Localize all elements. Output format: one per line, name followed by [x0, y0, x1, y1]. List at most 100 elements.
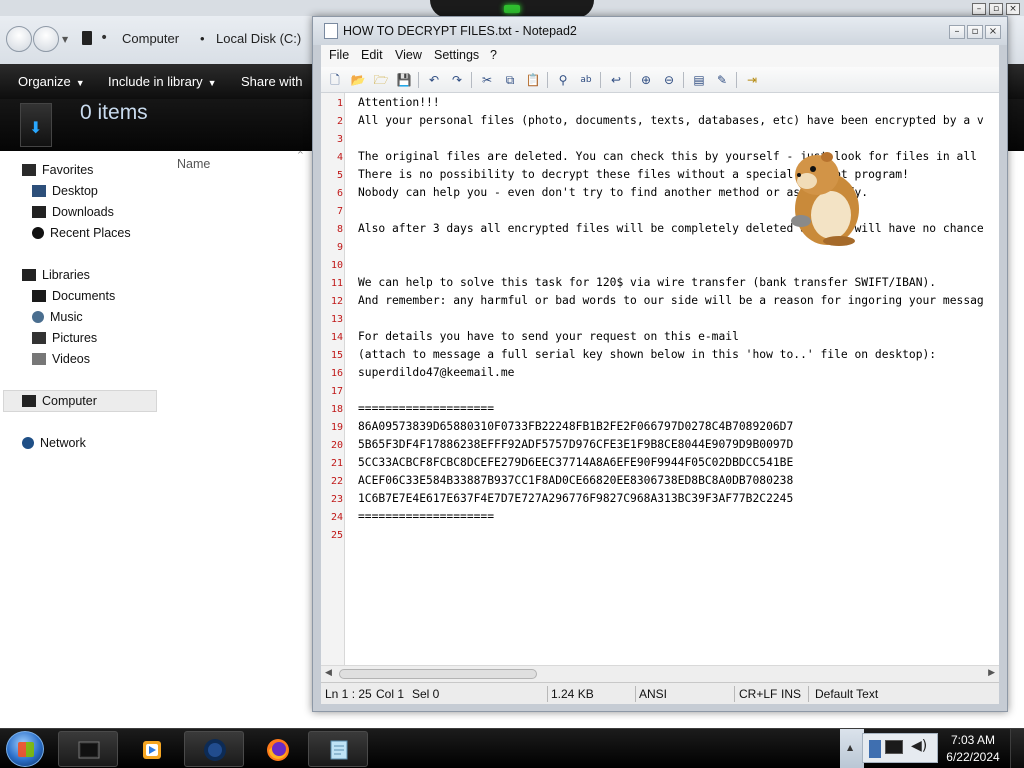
horizontal-scrollbar[interactable]: ◀ ▶ [321, 665, 999, 682]
status-divider [547, 686, 548, 702]
nav-network[interactable]: Network [22, 436, 86, 450]
menu-settings[interactable]: Settings [434, 48, 479, 62]
line-number: 3 [336, 134, 343, 145]
scheme-icon[interactable]: ▤ [690, 71, 708, 89]
zoom-out-icon[interactable]: ⊖ [660, 71, 678, 89]
text-editor[interactable]: 1 2 3 4 5 6 7 8 9 10 11 12 13 14 15 16 17 18 19 20 21 22 23 24 2… [321, 93, 999, 665]
start-button[interactable] [6, 731, 44, 767]
nav-recent-places[interactable]: Recent Places [32, 226, 131, 240]
taskbar-notepad[interactable] [308, 731, 368, 767]
replace-icon[interactable]: ab [577, 71, 595, 89]
toolbar-separator [600, 72, 601, 88]
undo-icon[interactable]: ↶ [425, 71, 443, 89]
maximize-button[interactable]: ▫ [967, 25, 983, 39]
status-column: Col 1 [376, 687, 405, 701]
nav-computer[interactable]: Computer [22, 394, 97, 408]
nav-label: Computer [42, 394, 97, 408]
minimize-button[interactable]: – [972, 3, 986, 15]
minimize-button[interactable]: – [949, 25, 965, 39]
nav-label: Music [50, 310, 83, 324]
taskbar-firefox[interactable] [247, 731, 307, 767]
show-desktop-button[interactable] [1010, 729, 1024, 768]
videos-icon [32, 353, 46, 365]
menu-file[interactable]: File [329, 48, 349, 62]
chevron-down-icon: ▼ [207, 78, 217, 88]
volume-icon[interactable]: ◀) [911, 738, 927, 754]
nav-libraries[interactable]: Libraries [22, 268, 90, 282]
line-number: 1 [336, 98, 343, 109]
notepad-titlebar[interactable]: HOW TO DECRYPT FILES.txt - Notepad2 – ▫ … [313, 17, 1007, 45]
find-icon[interactable]: ⚲ [554, 71, 572, 89]
status-encoding[interactable]: ANSI [639, 687, 667, 701]
new-file-icon[interactable]: 🗋 [326, 71, 344, 89]
menu-edit[interactable]: Edit [361, 48, 383, 62]
close-button[interactable]: × [985, 25, 1001, 39]
redo-icon[interactable]: ↷ [448, 71, 466, 89]
status-scheme[interactable]: Default Text [815, 687, 878, 701]
nav-downloads[interactable]: Downloads [32, 205, 114, 219]
organize-button[interactable]: Organize ▼ [18, 74, 85, 89]
breadcrumb-computer[interactable]: Computer [122, 31, 179, 46]
customize-icon[interactable]: ✎ [713, 71, 731, 89]
open-file-icon[interactable]: 📂 [349, 71, 367, 89]
share-with-button[interactable]: Share with [241, 74, 302, 89]
maximize-button[interactable]: ▫ [989, 3, 1003, 15]
sort-indicator-icon: ^ [297, 150, 304, 159]
line-number: 8 [336, 224, 343, 235]
save-icon[interactable]: 💾 [395, 71, 413, 89]
navigation-pane: Favorites Desktop Downloads Recent Place… [0, 151, 162, 728]
breadcrumb-local-disk[interactable]: Local Disk (C:) [216, 31, 301, 46]
share-with-label: Share with [241, 74, 303, 89]
menu-help[interactable]: ? [490, 48, 497, 62]
recent-pages-dropdown-icon[interactable]: ▼ [62, 35, 68, 44]
nav-desktop[interactable]: Desktop [32, 184, 98, 198]
word-wrap-icon[interactable]: ↩ [607, 71, 625, 89]
column-header-name[interactable]: Name [177, 157, 210, 171]
line-number: 10 [330, 260, 343, 271]
menu-view[interactable]: View [395, 48, 422, 62]
nav-label: Desktop [52, 184, 98, 198]
show-hidden-icons-icon[interactable]: ▲ [847, 743, 853, 752]
line-number: 13 [330, 314, 343, 325]
breadcrumb-separator-icon[interactable]: • [200, 31, 205, 46]
nav-label: Downloads [52, 205, 114, 219]
text-line: Attention!!! [358, 96, 440, 109]
nav-documents[interactable]: Documents [32, 289, 115, 303]
breadcrumb-separator-icon[interactable]: • [100, 30, 108, 46]
nav-videos[interactable]: Videos [32, 352, 90, 366]
text-line: We can help to solve this task for 120$ … [358, 276, 937, 289]
toolbar-separator [547, 72, 548, 88]
taskbar-firefox-dark[interactable] [184, 731, 244, 767]
taskbar-explorer[interactable] [58, 731, 118, 767]
exit-icon[interactable]: ⇥ [743, 71, 761, 89]
include-in-library-button[interactable]: Include in library ▼ [108, 74, 217, 89]
cut-icon[interactable]: ✂ [478, 71, 496, 89]
back-button[interactable] [6, 26, 32, 52]
scroll-right-icon[interactable]: ▶ [988, 668, 995, 678]
nav-pictures[interactable]: Pictures [32, 331, 97, 345]
scroll-thumb[interactable] [339, 669, 537, 679]
close-button[interactable]: × [1006, 3, 1020, 15]
taskbar-media-player[interactable] [121, 731, 181, 767]
scroll-left-icon[interactable]: ◀ [325, 668, 332, 678]
action-center-icon[interactable] [869, 740, 881, 758]
window-title: HOW TO DECRYPT FILES.txt - Notepad2 [343, 24, 577, 38]
line-number: 4 [336, 152, 343, 163]
libraries-icon [22, 269, 36, 281]
browse-icon[interactable]: 🗁 [372, 71, 390, 89]
line-number: 23 [330, 494, 343, 505]
network-status-icon[interactable] [885, 740, 903, 754]
copy-icon[interactable]: ⧉ [501, 71, 519, 89]
clock-time[interactable]: 7:03 AM [943, 733, 1003, 747]
chevron-down-icon: ▼ [75, 78, 85, 88]
text-line: 5CC33ACBCF8FCBC8DCEFE279D6EEC37714A8A6EF… [358, 456, 794, 469]
nav-music[interactable]: Music [32, 310, 83, 324]
paste-icon[interactable]: 📋 [524, 71, 542, 89]
nav-favorites[interactable]: Favorites [22, 163, 93, 177]
text-line: superdildo47@keemail.me [358, 366, 515, 379]
include-in-library-label: Include in library [108, 74, 203, 89]
zoom-in-icon[interactable]: ⊕ [637, 71, 655, 89]
status-line-ending[interactable]: CR+LF [739, 687, 777, 701]
clock-date[interactable]: 6/22/2024 [943, 750, 1003, 764]
forward-button[interactable] [33, 26, 59, 52]
